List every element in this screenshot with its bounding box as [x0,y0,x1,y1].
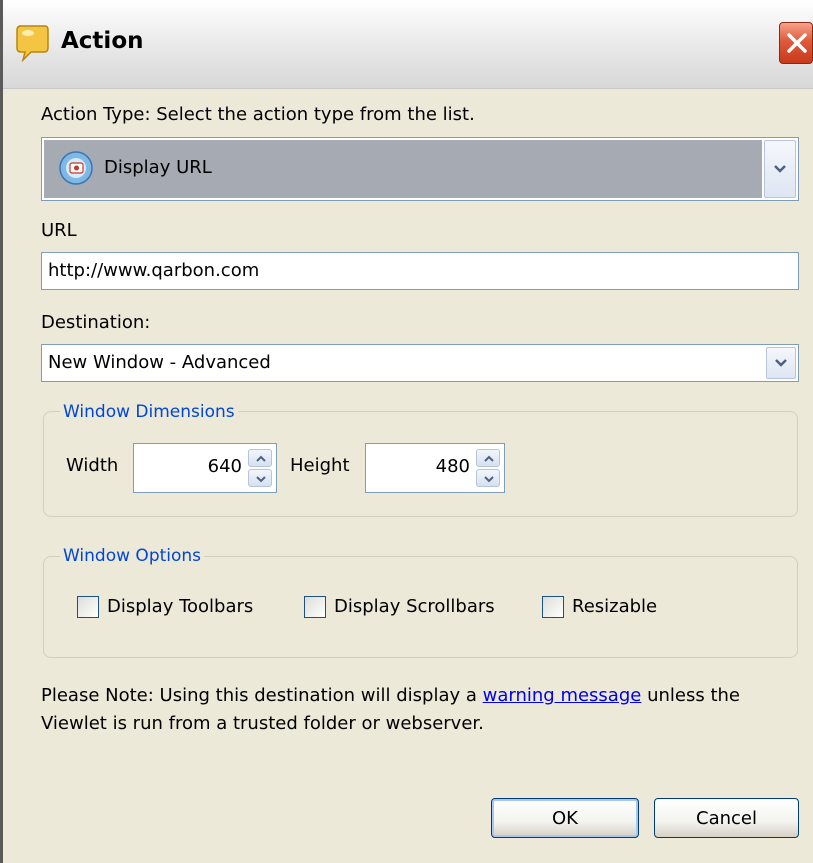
width-spin-buttons [248,449,272,487]
ok-button[interactable]: OK [491,798,639,838]
height-decrement-button[interactable] [476,469,500,487]
chevron-down-icon [775,359,787,367]
resizable-checkbox[interactable] [542,596,564,618]
destination-select[interactable]: New Window - Advanced [41,344,799,382]
action-type-selection[interactable]: Display URL [44,140,762,198]
url-value: http://www.qarbon.com [48,260,260,281]
height-spin-buttons [476,449,500,487]
speech-bubble-icon [16,25,49,62]
width-value: 640 [207,456,242,477]
chevron-down-icon [774,165,786,173]
width-increment-button[interactable] [248,449,272,467]
window-dimensions-legend: Window Dimensions [60,402,238,422]
warning-message-link[interactable]: warning message [483,685,642,706]
action-type-select[interactable]: Display URL [41,137,799,201]
display-toolbars-label[interactable]: Display Toolbars [107,596,253,617]
cancel-button[interactable]: Cancel [654,798,799,838]
action-type-label: Action Type: Select the action type from… [41,104,475,125]
destination-value: New Window - Advanced [48,352,271,373]
resizable-label[interactable]: Resizable [572,596,657,617]
display-scrollbars-checkbox[interactable] [304,596,326,618]
arrow-up-icon [484,455,494,462]
title-bar[interactable]: Action [3,0,813,89]
warning-note: Please Note: Using this destination will… [41,682,801,738]
close-icon [787,33,807,53]
arrow-down-icon [484,476,494,483]
window-options-legend: Window Options [60,546,205,566]
action-type-value: Display URL [104,157,212,178]
dialog-title: Action [61,28,144,54]
action-dialog: Action Action Type: Select the action ty… [0,0,813,863]
arrow-down-icon [256,476,266,483]
height-label: Height [290,455,350,476]
url-input[interactable]: http://www.qarbon.com [41,252,799,290]
display-toolbars-checkbox[interactable] [77,596,99,618]
display-url-icon [59,151,93,185]
width-decrement-button[interactable] [248,469,272,487]
height-spinner[interactable]: 480 [365,443,505,493]
action-type-dropdown-button[interactable] [764,140,796,198]
arrow-up-icon [256,455,266,462]
url-label: URL [41,220,77,241]
destination-label: Destination: [41,312,151,333]
display-scrollbars-label[interactable]: Display Scrollbars [334,596,495,617]
note-prefix: Please Note: Using this destination will… [41,685,477,706]
width-spinner[interactable]: 640 [133,443,277,493]
width-label: Width [66,455,119,476]
height-increment-button[interactable] [476,449,500,467]
destination-dropdown-button[interactable] [766,347,796,379]
close-button[interactable] [779,22,813,64]
height-value: 480 [435,456,470,477]
